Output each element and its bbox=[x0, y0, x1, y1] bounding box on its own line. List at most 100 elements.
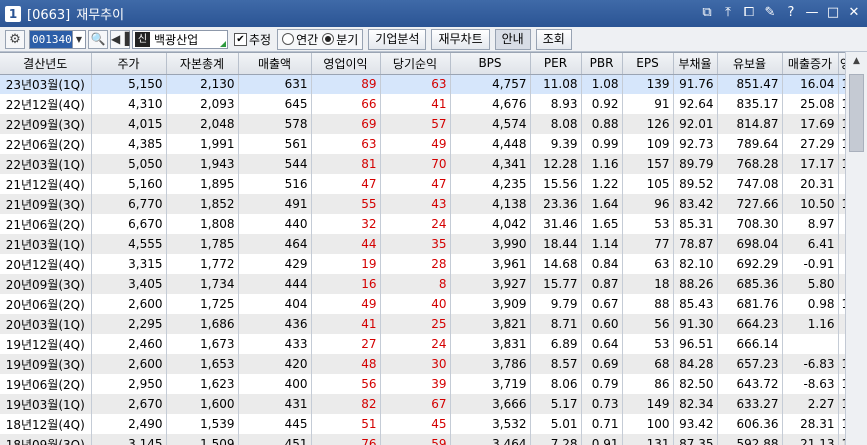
table-row[interactable]: 20년09월(3Q) 3,405 1,734 444 16 8 3,927 15.77 0.87… bbox=[0, 274, 867, 294]
company-analysis-button[interactable]: 기업분석 bbox=[368, 28, 427, 50]
value-cell: 3,831 bbox=[450, 334, 531, 354]
value-cell: 0.73 bbox=[581, 394, 623, 414]
search-icon[interactable]: 🔍 bbox=[88, 29, 108, 49]
stock-name-box[interactable]: 신 백광산업 bbox=[132, 29, 228, 49]
value-cell: 49 bbox=[311, 294, 381, 314]
value-cell: 0.98 bbox=[782, 294, 839, 314]
value-cell: 0.71 bbox=[581, 414, 623, 434]
estimate-checkbox[interactable]: ✔ 추정 bbox=[234, 31, 271, 48]
value-cell: 666.14 bbox=[717, 334, 783, 354]
value-cell bbox=[782, 334, 839, 354]
column-header[interactable]: 결산년도 bbox=[0, 53, 92, 75]
value-cell: 643.72 bbox=[717, 374, 783, 394]
edit-icon[interactable]: ✎ bbox=[761, 4, 779, 22]
value-cell: 0.88 bbox=[581, 114, 623, 134]
vertical-scrollbar[interactable]: ▲ bbox=[845, 52, 867, 445]
value-cell: 592.88 bbox=[717, 434, 783, 445]
scroll-thumb[interactable] bbox=[849, 74, 864, 152]
link-window-icon[interactable]: ⧉ bbox=[698, 4, 716, 22]
column-header[interactable]: 자본총계 bbox=[166, 53, 239, 75]
help-icon[interactable]: ? bbox=[782, 4, 800, 22]
value-cell: 768.28 bbox=[717, 154, 783, 174]
value-cell: 18.44 bbox=[530, 234, 582, 254]
value-cell: 2,460 bbox=[91, 334, 167, 354]
value-cell: 433 bbox=[238, 334, 312, 354]
query-button[interactable]: 조회 bbox=[535, 28, 572, 50]
value-cell: 727.66 bbox=[717, 194, 783, 214]
table-row[interactable]: 22년12월(4Q) 4,310 2,093 645 66 41 4,676 8.93 0.92… bbox=[0, 94, 867, 114]
table-row[interactable]: 23년03월(1Q) 5,150 2,130 631 89 63 4,757 11.08 1.0… bbox=[0, 74, 867, 94]
radio-quarterly-dot[interactable] bbox=[322, 33, 335, 45]
table-row[interactable]: 20년12월(4Q) 3,315 1,772 429 19 28 3,961 14.68 0.8… bbox=[0, 254, 867, 274]
value-cell: 43 bbox=[380, 194, 451, 214]
column-header[interactable]: EPS bbox=[622, 53, 674, 75]
scroll-up-icon[interactable]: ▲ bbox=[846, 52, 867, 70]
table-row[interactable]: 18년12월(4Q) 2,490 1,539 445 51 45 3,532 5.01 0.71… bbox=[0, 414, 867, 434]
close-button[interactable]: ✕ bbox=[845, 4, 863, 22]
value-cell: 3,464 bbox=[450, 434, 531, 445]
column-header[interactable]: PBR bbox=[581, 53, 623, 75]
value-cell: 27 bbox=[311, 334, 381, 354]
table-row[interactable]: 22년09월(3Q) 4,015 2,048 578 69 57 4,574 8.08 0.88… bbox=[0, 114, 867, 134]
value-cell: 27.29 bbox=[782, 134, 839, 154]
value-cell: 4,448 bbox=[450, 134, 531, 154]
table-row[interactable]: 22년03월(1Q) 5,050 1,943 544 81 70 4,341 12.28 1.1… bbox=[0, 154, 867, 174]
table-row[interactable]: 19년03월(1Q) 2,670 1,600 431 82 67 3,666 5.17 0.73… bbox=[0, 394, 867, 414]
stock-code-input[interactable] bbox=[30, 30, 72, 48]
table-row[interactable]: 19년12월(4Q) 2,460 1,673 433 27 24 3,831 6.89 0.64… bbox=[0, 334, 867, 354]
value-cell: 91.76 bbox=[673, 74, 718, 94]
minimize-button[interactable]: — bbox=[803, 4, 821, 22]
column-header[interactable]: 유보율 bbox=[717, 53, 783, 75]
table-row[interactable]: 20년03월(1Q) 2,295 1,686 436 41 25 3,821 8.71 0.60… bbox=[0, 314, 867, 334]
value-cell: 109 bbox=[622, 134, 674, 154]
table-row[interactable]: 21년03월(1Q) 4,555 1,785 464 44 35 3,990 18.44 1.1… bbox=[0, 234, 867, 254]
value-cell: 8 bbox=[380, 274, 451, 294]
pin-top-icon[interactable]: ⤒ bbox=[719, 4, 737, 22]
value-cell: 20.31 bbox=[782, 174, 839, 194]
table-row[interactable]: 19년06월(2Q) 2,950 1,623 400 56 39 3,719 8.06 0.79… bbox=[0, 374, 867, 394]
table-row[interactable]: 19년09월(3Q) 2,600 1,653 420 48 30 3,786 8.57 0.69… bbox=[0, 354, 867, 374]
value-cell: 4,676 bbox=[450, 94, 531, 114]
value-cell: 5.01 bbox=[530, 414, 582, 434]
chevron-down-icon[interactable]: ▼ bbox=[72, 30, 85, 48]
value-cell: 70 bbox=[380, 154, 451, 174]
column-header[interactable]: 영업이익 bbox=[311, 53, 381, 75]
period-cell: 20년12월(4Q) bbox=[0, 254, 92, 274]
table-row[interactable]: 22년06월(2Q) 4,385 1,991 561 63 49 4,448 9.39 0.99… bbox=[0, 134, 867, 154]
radio-annual-dot[interactable] bbox=[282, 33, 295, 45]
column-header[interactable]: 당기순익 bbox=[380, 53, 451, 75]
speaker-icon[interactable]: ◀▐ bbox=[110, 29, 130, 49]
column-header[interactable]: 매출증가 bbox=[782, 53, 839, 75]
column-header[interactable]: 매출액 bbox=[238, 53, 312, 75]
value-cell: 3,927 bbox=[450, 274, 531, 294]
value-cell: 2,295 bbox=[91, 314, 167, 334]
gear-icon[interactable]: ⚙ bbox=[5, 29, 25, 49]
capture-icon[interactable]: ⧠ bbox=[740, 4, 758, 22]
checkbox-box[interactable]: ✔ bbox=[234, 32, 247, 46]
column-header[interactable]: PER bbox=[530, 53, 582, 75]
radio-quarterly[interactable]: 분기 bbox=[322, 31, 358, 48]
radio-annual[interactable]: 연간 bbox=[282, 31, 318, 48]
value-cell: 4,574 bbox=[450, 114, 531, 134]
table-row[interactable]: 21년06월(2Q) 6,670 1,808 440 32 24 4,042 31.46 1.6… bbox=[0, 214, 867, 234]
table-row[interactable]: 21년09월(3Q) 6,770 1,852 491 55 43 4,138 23.36 1.6… bbox=[0, 194, 867, 214]
financial-chart-button[interactable]: 재무차트 bbox=[431, 28, 490, 50]
value-cell: 25.08 bbox=[782, 94, 839, 114]
window-title: [0663] 재무추이 bbox=[27, 4, 124, 23]
column-header[interactable]: 부채율 bbox=[673, 53, 718, 75]
maximize-button[interactable]: □ bbox=[824, 4, 842, 22]
column-header[interactable]: 주가 bbox=[91, 53, 167, 75]
value-cell: 44 bbox=[311, 234, 381, 254]
guide-button[interactable]: 안내 bbox=[494, 28, 531, 50]
column-header[interactable]: BPS bbox=[450, 53, 531, 75]
table-row[interactable]: 20년06월(2Q) 2,600 1,725 404 49 40 3,909 9.79 0.67… bbox=[0, 294, 867, 314]
value-cell: 1.16 bbox=[782, 314, 839, 334]
value-cell: -8.63 bbox=[782, 374, 839, 394]
table-row[interactable]: 18년09월(3Q) 3,145 1,509 451 76 59 3,464 7.28 0.91… bbox=[0, 434, 867, 445]
table-row[interactable]: 21년12월(4Q) 5,160 1,895 516 47 47 4,235 15.56 1.2… bbox=[0, 174, 867, 194]
value-cell: 57 bbox=[380, 114, 451, 134]
value-cell: 5,160 bbox=[91, 174, 167, 194]
window-number-badge: 1 bbox=[5, 5, 21, 22]
value-cell: 1,991 bbox=[166, 134, 239, 154]
value-cell: 96.51 bbox=[673, 334, 718, 354]
